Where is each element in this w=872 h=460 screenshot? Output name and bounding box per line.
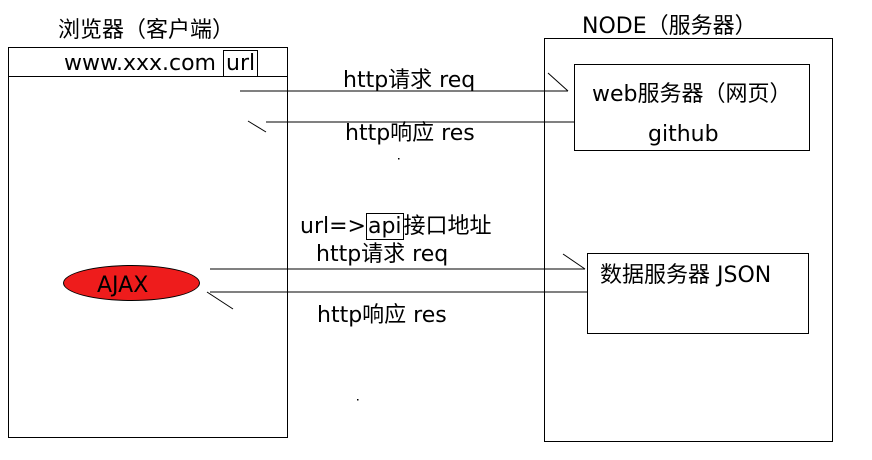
bottom-response-label: http响应 res [317,303,447,328]
top-request-label: http请求 req [343,68,476,93]
api-suffix: 接口地址 [403,214,492,239]
stray-dot [357,399,359,401]
bottom-request-label: http请求 req [316,242,449,267]
bottom-response-arrowhead [206,291,234,310]
bottom-request-arrowhead [562,253,586,270]
api-word: api [365,213,404,240]
api-prefix: url=> [300,214,366,239]
stray-dot [398,158,400,160]
top-request-arrowhead [547,72,569,92]
top-response-label: http响应 res [345,121,475,146]
api-address-label: url=>api接口地址 [300,213,492,240]
top-response-arrowhead [247,120,267,133]
